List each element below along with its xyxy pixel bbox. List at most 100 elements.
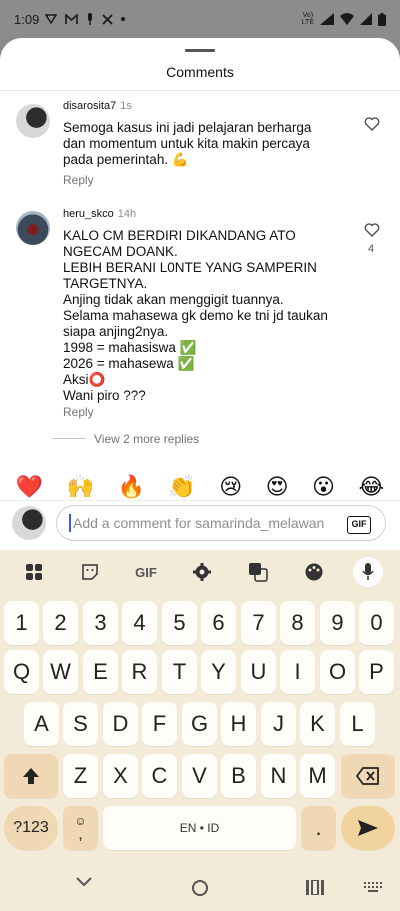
emoji-raised-hands[interactable]: 🙌 — [67, 474, 94, 500]
key-k[interactable]: K — [300, 702, 335, 746]
backspace-key[interactable] — [341, 754, 395, 798]
username-text[interactable]: heru_skco — [63, 208, 114, 220]
emoji-surprised[interactable]: 😮 — [312, 474, 335, 500]
key-3[interactable]: 3 — [83, 601, 118, 645]
key-o[interactable]: O — [320, 650, 355, 694]
nav-home-icon[interactable] — [191, 879, 209, 897]
key-h[interactable]: H — [221, 702, 256, 746]
shift-key[interactable] — [4, 754, 58, 798]
volte-bottom: LTE — [301, 19, 314, 26]
signal-icon-2 — [360, 13, 372, 25]
key-5[interactable]: 5 — [162, 601, 197, 645]
asdf-row: A S D F G H J K L — [0, 702, 400, 746]
emoji-comma-key[interactable]: ☺ , — [63, 806, 98, 850]
key-q[interactable]: Q — [4, 650, 39, 694]
translate-icon[interactable] — [241, 555, 275, 589]
qwerty-row: Q W E R T Y U I O P — [0, 650, 400, 694]
drag-handle[interactable] — [185, 49, 215, 52]
volte-label: Vo) LTE — [302, 12, 314, 26]
nav-back-chevron-icon[interactable] — [76, 876, 92, 888]
emoji-heart-eyes[interactable]: 😍 — [266, 474, 289, 500]
key-j[interactable]: J — [261, 702, 296, 746]
key-b[interactable]: B — [221, 754, 256, 798]
quick-emoji-bar: ❤️ 🙌 🔥 👏 😢 😍 😮 😂 — [0, 472, 400, 502]
key-z[interactable]: Z — [63, 754, 98, 798]
emoji-laughing[interactable]: 😂 — [358, 474, 384, 500]
key-y[interactable]: Y — [201, 650, 236, 694]
more-notifications-dot-icon — [121, 17, 126, 21]
key-m[interactable]: M — [300, 754, 335, 798]
key-6[interactable]: 6 — [201, 601, 236, 645]
comment-username[interactable]: disarosita7 1s — [63, 100, 132, 112]
key-7[interactable]: 7 — [241, 601, 276, 645]
key-g[interactable]: G — [182, 702, 217, 746]
avatar[interactable] — [16, 211, 50, 245]
key-u[interactable]: U — [241, 650, 276, 694]
navigation-bar — [0, 862, 400, 911]
comment-input[interactable]: Add a comment for samarinda_melawan GIF — [56, 505, 386, 541]
key-w[interactable]: W — [43, 650, 78, 694]
key-r[interactable]: R — [122, 650, 157, 694]
volte-top: Vo) — [302, 12, 314, 19]
keyboard-toolbar: GIF — [0, 550, 400, 594]
period-key[interactable]: . — [301, 806, 336, 850]
x-app-icon — [102, 13, 113, 25]
microphone-icon[interactable] — [353, 557, 383, 587]
view-more-replies-button[interactable]: View 2 more replies — [94, 432, 199, 446]
status-time: 1:09 — [14, 11, 40, 27]
comment-time: 1s — [120, 100, 132, 112]
comment-input-placeholder: Add a comment for samarinda_melawan — [73, 515, 325, 531]
gif-button[interactable]: GIF — [347, 516, 371, 534]
key-2[interactable]: 2 — [43, 601, 78, 645]
replies-line — [52, 438, 86, 439]
key-8[interactable]: 8 — [280, 601, 315, 645]
emoji-crying[interactable]: 😢 — [219, 474, 242, 500]
backspace-icon — [356, 767, 379, 785]
emoji-fire[interactable]: 🔥 — [117, 474, 144, 500]
key-t[interactable]: T — [162, 650, 197, 694]
like-heart-icon[interactable] — [364, 222, 380, 238]
sticker-icon[interactable] — [73, 555, 107, 589]
notification-icons — [45, 13, 126, 25]
key-d[interactable]: D — [103, 702, 138, 746]
settings-gear-icon[interactable] — [185, 555, 219, 589]
key-n[interactable]: N — [261, 754, 296, 798]
key-i[interactable]: I — [280, 650, 315, 694]
emoji-clap[interactable]: 👏 — [168, 474, 195, 500]
signal-icon — [320, 13, 334, 25]
reply-button[interactable]: Reply — [63, 405, 94, 419]
apps-grid-icon[interactable] — [17, 555, 51, 589]
key-9[interactable]: 9 — [320, 601, 355, 645]
nav-recents-icon[interactable] — [306, 880, 324, 895]
key-p[interactable]: P — [359, 650, 394, 694]
wifi-icon — [340, 13, 354, 25]
symbols-key[interactable]: ?123 — [4, 806, 58, 850]
comment-text: Semoga kasus ini jadi pelajaran berharga… — [63, 120, 312, 167]
comment-username[interactable]: heru_skco 14h — [63, 208, 136, 220]
key-e[interactable]: E — [83, 650, 118, 694]
key-a[interactable]: A — [24, 702, 59, 746]
palette-icon[interactable] — [297, 555, 331, 589]
gif-icon[interactable]: GIF — [129, 555, 163, 589]
keyboard: GIF 1 2 3 4 5 6 7 8 9 0 Q W E R T Y U I — [0, 550, 400, 862]
reply-button[interactable]: Reply — [63, 173, 94, 187]
avatar[interactable] — [16, 104, 50, 138]
key-s[interactable]: S — [63, 702, 98, 746]
key-4[interactable]: 4 — [122, 601, 157, 645]
space-bar[interactable]: EN • ID — [103, 806, 296, 850]
send-key[interactable] — [341, 806, 395, 850]
like-heart-icon[interactable] — [364, 116, 380, 132]
emoji-heart[interactable]: ❤️ — [16, 474, 43, 500]
key-c[interactable]: C — [142, 754, 177, 798]
key-f[interactable]: F — [142, 702, 177, 746]
keyboard-switch-icon[interactable] — [364, 882, 382, 892]
send-arrow-icon — [358, 820, 378, 836]
key-0[interactable]: 0 — [359, 601, 394, 645]
divider — [0, 500, 400, 501]
key-x[interactable]: X — [103, 754, 138, 798]
key-v[interactable]: V — [182, 754, 217, 798]
sheet-title: Comments — [166, 64, 234, 80]
key-l[interactable]: L — [340, 702, 375, 746]
username-text[interactable]: disarosita7 — [63, 100, 116, 112]
key-1[interactable]: 1 — [4, 601, 39, 645]
